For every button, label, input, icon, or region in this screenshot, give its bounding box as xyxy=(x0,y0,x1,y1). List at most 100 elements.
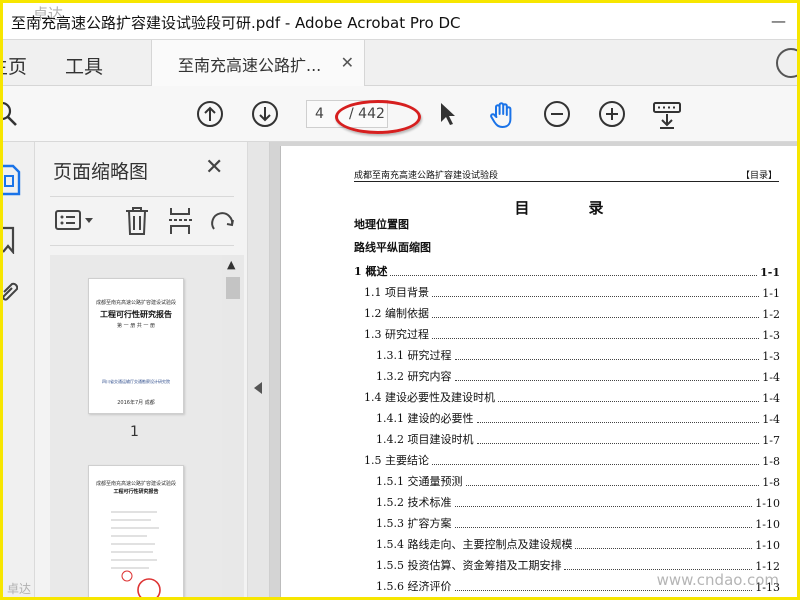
delete-icon[interactable] xyxy=(124,206,150,236)
toc-entry-title: 1.5.1 交通量预测 xyxy=(376,475,463,488)
thumbnail-page-2[interactable]: 成都至南充高速公路扩容建设试验段 工程可行性研究报告 xyxy=(88,465,184,597)
page-down-icon[interactable] xyxy=(251,100,279,128)
toc-entry-title: 1.5.3 扩容方案 xyxy=(376,517,452,530)
zoom-in-icon[interactable] xyxy=(598,100,626,128)
toc-entry-page: 1-3 xyxy=(762,329,780,342)
toc-entry[interactable]: 1.3.2 研究内容 1-4 xyxy=(376,368,780,384)
toolbar: 4 / 442 xyxy=(3,86,797,142)
current-page-number[interactable]: 4 xyxy=(315,106,324,122)
toc-leader-dots xyxy=(454,527,753,528)
thumbnail-header: 成都至南充高速公路扩容建设试验段 xyxy=(95,300,176,306)
toc-entry-page: 1-10 xyxy=(755,539,780,552)
page-up-icon[interactable] xyxy=(196,100,224,128)
acrobat-window: 至南充高速公路扩容建设试验段可研.pdf - Adobe Acrobat Pro… xyxy=(3,3,797,597)
left-icon-rail xyxy=(3,142,35,597)
window-title: 至南充高速公路扩容建设试验段可研.pdf - Adobe Acrobat Pro… xyxy=(11,14,461,32)
watermark-url: www.cndao.com xyxy=(656,571,779,589)
toc-entry-title: 1.5.5 投资估算、资金筹措及工期安排 xyxy=(376,559,562,572)
toc-entry[interactable]: 1.5 主要结论 1-8 xyxy=(364,452,780,468)
stamp-icon xyxy=(107,506,167,597)
toc-entry[interactable]: 1.3 研究过程 1-3 xyxy=(364,326,780,342)
toc-entry-title: 1.2 编制依据 xyxy=(364,307,429,320)
toc-entry[interactable]: 1.4.2 项目建设时机 1-7 xyxy=(376,431,780,447)
toc-top-item[interactable]: 地理位置图 xyxy=(354,216,409,232)
attachment-icon[interactable] xyxy=(3,282,18,308)
tab-document[interactable]: 至南充高速公路扩... ✕ xyxy=(151,40,365,86)
collapse-arrow-icon[interactable] xyxy=(254,382,262,394)
split-icon[interactable] xyxy=(167,206,195,236)
toc-entry-title: 1.4.2 项目建设时机 xyxy=(376,433,474,446)
thumbnail-scrollbar[interactable]: ▲ xyxy=(222,255,244,597)
thumbnail-title: 工程可行性研究报告 xyxy=(100,310,172,319)
read-mode-icon[interactable] xyxy=(651,100,685,129)
toc-entry[interactable]: 1.5.3 扩容方案 1-10 xyxy=(376,515,780,531)
toc-entry-page: 1-2 xyxy=(762,308,780,321)
rotate-icon[interactable] xyxy=(208,207,238,235)
toc-entry-page: 1-4 xyxy=(762,392,780,405)
toc-entry-title: 1.5.2 技术标准 xyxy=(376,496,452,509)
watermark-logo-bottom: 卓达 xyxy=(7,582,32,596)
toc-leader-dots xyxy=(454,590,753,591)
panel-title: 页面缩略图 xyxy=(53,161,149,183)
scroll-thumb[interactable] xyxy=(226,277,240,299)
toc-entry[interactable]: 1.4 建设必要性及建设时机 1-4 xyxy=(364,389,780,405)
total-pages: / 442 xyxy=(349,106,385,122)
toc-entry-title: 1.3 研究过程 xyxy=(364,328,429,341)
toc-entry[interactable]: 1.4.1 建设的必要性 1-4 xyxy=(376,410,780,426)
toc-entry[interactable]: 1.2 编制依据 1-2 xyxy=(364,305,780,321)
toc-leader-dots xyxy=(465,485,760,486)
toc-entry-title: 1.5.4 路线走向、主要控制点及建设规模 xyxy=(376,538,573,551)
toc-entry[interactable]: 1.1 项目背景 1-1 xyxy=(364,284,780,300)
thumbnail-subtitle: 第 一 册 共 一 册 xyxy=(117,323,155,329)
toc-leader-dots xyxy=(476,443,760,444)
page-options-icon[interactable] xyxy=(55,208,99,234)
toc-entry-page: 1-10 xyxy=(755,497,780,510)
thumbnails-toolbar xyxy=(50,196,234,246)
minimize-icon[interactable]: — xyxy=(771,13,786,29)
watermark-logo-top: 卓达 xyxy=(33,5,64,23)
toc-entry[interactable]: 1.5.4 路线走向、主要控制点及建设规模 1-10 xyxy=(376,536,780,552)
page-header-right: 【目录】 xyxy=(740,171,777,181)
toc-entry-page: 1-3 xyxy=(762,350,780,363)
toc-entry-title: 1.5.6 经济评价 xyxy=(376,580,452,593)
toc-entry-title: 1.3.1 研究过程 xyxy=(376,349,452,362)
page-number-field[interactable]: 4 / 442 xyxy=(306,100,388,128)
bookmark-icon[interactable] xyxy=(3,226,17,254)
toc-entry-page: 1-1 xyxy=(762,287,780,300)
toc-leader-dots xyxy=(454,359,760,360)
toc-entry-title: 1 概述 xyxy=(354,265,388,278)
select-arrow-icon[interactable] xyxy=(433,100,461,128)
toc-entry-page: 1-8 xyxy=(762,476,780,489)
toc-leader-dots xyxy=(564,569,753,570)
tab-home[interactable]: 主页 xyxy=(3,52,27,79)
thumbnail-date: 2016年7月 成都 xyxy=(117,400,155,406)
toc-entry[interactable]: 1.3.1 研究过程 1-3 xyxy=(376,347,780,363)
tab-tools[interactable]: 工具 xyxy=(65,52,103,79)
scroll-up-icon[interactable]: ▲ xyxy=(227,258,235,271)
zoom-out-icon[interactable] xyxy=(543,100,571,128)
close-icon[interactable]: ✕ xyxy=(205,155,223,180)
toc-top-item[interactable]: 路线平纵面缩图 xyxy=(354,239,431,255)
toc-leader-dots xyxy=(454,506,753,507)
toc-leader-dots xyxy=(432,296,760,297)
thumbnail-page-1[interactable]: 成都至南充高速公路扩容建设试验段 工程可行性研究报告 第 一 册 共 一 册 四… xyxy=(88,278,184,414)
toc-leader-dots xyxy=(432,464,760,465)
page-thumbnails-icon[interactable] xyxy=(3,164,21,196)
close-icon[interactable]: ✕ xyxy=(341,53,354,72)
page-header-left: 成都至南充高速公路扩容建设试验段 xyxy=(354,171,499,181)
toc-leader-dots xyxy=(432,338,760,339)
help-icon[interactable] xyxy=(776,48,797,78)
toc-entry-title: 1.4 建设必要性及建设时机 xyxy=(364,391,495,404)
thumbnail-header: 成都至南充高速公路扩容建设试验段 xyxy=(95,481,176,487)
toc-entry[interactable]: 1.5.2 技术标准 1-10 xyxy=(376,494,780,510)
document-view[interactable]: 成都至南充高速公路扩容建设试验段 【目录】 目 录 地理位置图 路线平纵面缩图 … xyxy=(270,142,797,597)
tab-bar: 主页 工具 至南充高速公路扩... ✕ xyxy=(3,40,797,86)
toc-entry-title: 1.4.1 建设的必要性 xyxy=(376,412,474,425)
header-rule xyxy=(354,181,779,182)
hand-tool-icon[interactable] xyxy=(487,100,515,128)
panel-collapse-strip[interactable] xyxy=(248,142,270,597)
search-icon[interactable] xyxy=(3,100,19,128)
toc-entry[interactable]: 1.5.1 交通量预测 1-8 xyxy=(376,473,780,489)
toc-entry[interactable]: 1 概述 1-1 xyxy=(354,263,780,279)
toc-leader-dots xyxy=(575,548,753,549)
